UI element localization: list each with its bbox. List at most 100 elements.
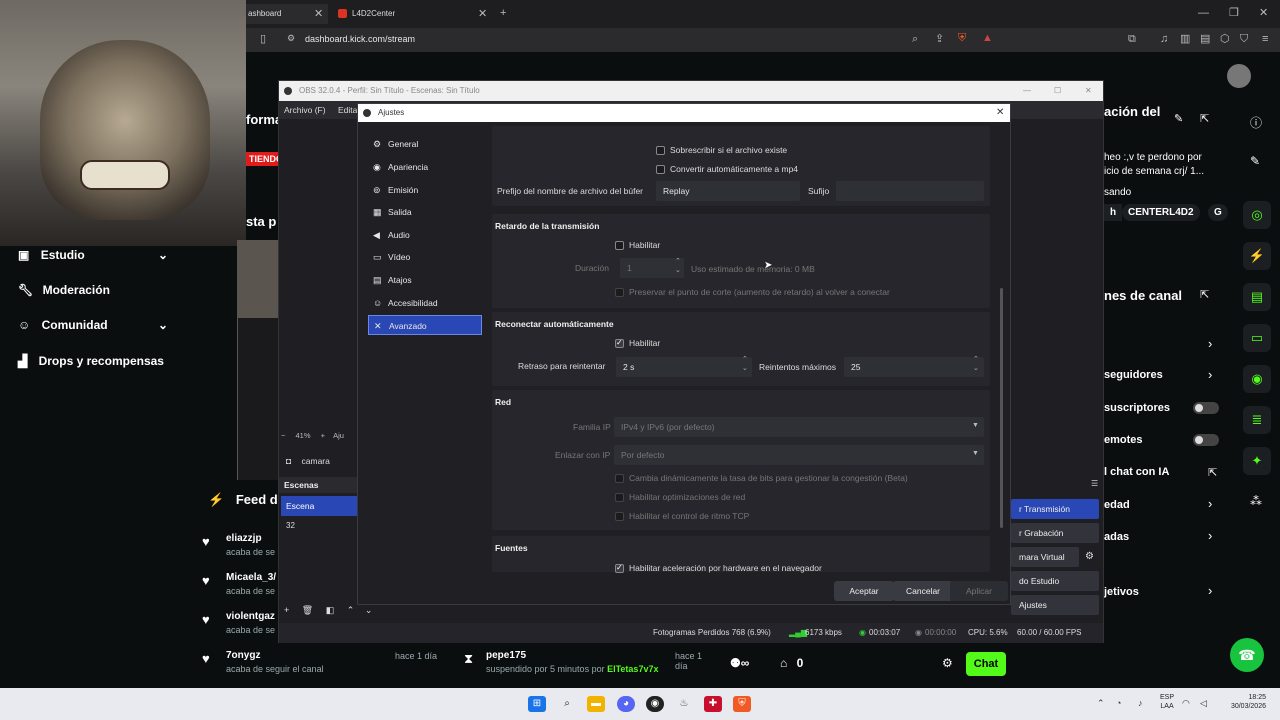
mic-tray-icon[interactable]: ♪ — [1138, 698, 1143, 708]
add-icon[interactable]: + — [284, 605, 289, 615]
dynamic-bitrate-checkbox[interactable] — [615, 474, 624, 483]
category-hotkeys[interactable]: ▤ Atajos — [368, 270, 482, 290]
vpn-icon[interactable]: ⛉ — [1240, 34, 1248, 45]
nav-studio[interactable]: ▣ Estudio ⌄ — [18, 248, 168, 268]
category-appearance[interactable]: ◉ Apariencia — [368, 157, 482, 177]
bookmark-icon[interactable]: ▯ — [260, 34, 266, 45]
camera-icon[interactable]: ◎ — [1243, 201, 1271, 229]
clock[interactable]: 18:25 30/03/2026 — [1226, 693, 1266, 711]
row-goals[interactable]: jetivos — [1104, 586, 1139, 598]
zoom-icon[interactable]: ⌕ — [912, 34, 918, 45]
nav-drops[interactable]: ▟ Drops y recompensas — [18, 354, 164, 374]
help-icon[interactable]: ☎ — [1230, 638, 1264, 672]
wifi-icon[interactable]: ◠ — [1182, 698, 1190, 709]
chevron-down-icon[interactable]: ▼ — [972, 422, 979, 429]
network-tray-icon[interactable]: ◔ — [1116, 698, 1121, 708]
source-item[interactable]: ◘ camara — [279, 451, 359, 471]
close-icon[interactable]: ✕ — [314, 9, 323, 20]
menu-icon[interactable]: ≡ — [1262, 34, 1268, 45]
nodes-icon[interactable]: ⁂ — [1250, 494, 1262, 508]
down-icon[interactable]: ⌄ — [365, 605, 373, 615]
avatar[interactable] — [1227, 64, 1251, 88]
subscribers-toggle[interactable] — [1193, 402, 1219, 414]
nav-moderation[interactable]: 🔧︎ Moderación — [18, 283, 110, 303]
chat-icon[interactable]: ▭ — [1243, 324, 1271, 352]
menu-file[interactable]: Archivo (F) — [284, 105, 326, 115]
minimize-icon[interactable]: — — [1023, 81, 1031, 101]
close-icon[interactable]: ✕ — [996, 104, 1004, 122]
start-recording-button[interactable]: r Grabación — [1011, 523, 1099, 543]
category-output[interactable]: ▦ Salida — [368, 202, 482, 222]
wallet-icon[interactable]: ▤ — [1200, 34, 1210, 45]
spin-down-icon[interactable]: ⌄ — [675, 266, 681, 274]
steam-icon[interactable]: ♨ — [675, 696, 693, 712]
broadcast-icon[interactable]: ◉ — [1243, 365, 1271, 393]
prefix-input[interactable]: Replay — [656, 181, 800, 201]
start-streaming-button[interactable]: r Transmisión — [1011, 499, 1099, 519]
category-accessibility[interactable]: ☺ Accesibilidad — [368, 293, 482, 313]
overwrite-checkbox[interactable] — [656, 146, 665, 155]
delay-enable-checkbox[interactable] — [615, 241, 624, 250]
panel-menu-icon[interactable]: ☰ — [1091, 479, 1098, 488]
studio-mode-button[interactable]: do Estudio — [1011, 571, 1099, 591]
category-general[interactable]: ⚙ General — [368, 134, 482, 154]
ip-family-select[interactable]: IPv4 y IPv6 (por defecto) — [614, 417, 984, 437]
chevron-down-icon[interactable]: ⌄ — [158, 318, 168, 332]
convert-mp4-checkbox[interactable] — [656, 165, 665, 174]
brave-icon[interactable]: ⛨ — [733, 696, 751, 712]
chevron-down-icon[interactable]: ▼ — [972, 450, 979, 457]
rewards-icon[interactable]: ▲ — [982, 33, 993, 44]
row-age[interactable]: edad — [1104, 499, 1130, 511]
reconnect-enable-checkbox[interactable] — [615, 338, 624, 348]
pencil-icon[interactable]: ✎ — [1250, 154, 1260, 168]
zoom-out-icon[interactable]: − — [281, 431, 285, 440]
tcp-pacing-checkbox[interactable] — [615, 512, 624, 521]
spin-up-icon[interactable]: ⌃ — [675, 257, 681, 265]
chevron-right-icon[interactable]: › — [1208, 367, 1212, 382]
pencil-icon[interactable]: ✎ — [1174, 112, 1183, 125]
music-icon[interactable]: ♫ — [1160, 34, 1168, 45]
cancel-button[interactable]: Cancelar — [893, 581, 953, 601]
settings-button[interactable]: Ajustes — [1011, 595, 1099, 615]
tab-dashboard[interactable]: ashboard ✕ — [240, 4, 328, 24]
bolt-icon[interactable]: ⚡ — [1243, 242, 1271, 270]
row-adas[interactable]: adas — [1104, 531, 1129, 543]
spin-down-icon[interactable]: ⌄ — [973, 364, 979, 372]
trash-icon[interactable]: 🗑︎ — [302, 605, 313, 615]
category-advanced[interactable]: ✕ Avanzado — [368, 315, 482, 335]
preserve-checkbox[interactable] — [615, 288, 624, 297]
category-audio[interactable]: ◀ Audio — [368, 225, 482, 245]
chevron-right-icon[interactable]: › — [1208, 583, 1212, 598]
row-ai-chat[interactable]: l chat con IA — [1104, 466, 1169, 478]
filter-icon[interactable]: ◧ — [326, 605, 335, 615]
keyboard-language[interactable]: ESP LAA — [1160, 693, 1174, 711]
tab-l4d2center[interactable]: L4D2Center ✕ — [334, 4, 494, 24]
windows-start-icon[interactable]: ⊞ — [528, 696, 546, 712]
up-icon[interactable]: ⌃ — [347, 605, 355, 615]
sidebar-icon[interactable]: ▥ — [1180, 34, 1190, 45]
spin-down-icon[interactable]: ⌄ — [742, 364, 748, 372]
wrench-icon[interactable]: ✦ — [1243, 447, 1271, 475]
close-icon[interactable]: ✕ — [1085, 81, 1092, 101]
spin-up-icon[interactable]: ⌃ — [973, 355, 979, 363]
category-video[interactable]: ▭ Vídeo — [368, 247, 482, 267]
screenshot-icon[interactable]: ⧉ — [1128, 34, 1136, 45]
network-optimizations-checkbox[interactable] — [615, 493, 624, 502]
settings-icon[interactable]: ⚙ — [942, 656, 953, 670]
max-retries-input[interactable]: 25 — [844, 357, 984, 377]
url-field[interactable]: dashboard.kick.com/stream — [305, 34, 415, 44]
new-tab-icon[interactable]: + — [500, 8, 506, 19]
close-window-icon[interactable]: ✕ — [1259, 8, 1268, 19]
row-followers[interactable]: seguidores — [1104, 369, 1163, 381]
scene-item[interactable]: Escena — [281, 496, 359, 516]
expand-icon[interactable]: ⇱ — [1200, 112, 1209, 125]
expand-icon[interactable]: ⇱ — [1200, 288, 1209, 301]
info-icon[interactable]: ⓘ — [1250, 114, 1262, 131]
extensions-icon[interactable]: ⬡ — [1220, 34, 1230, 45]
external-link-icon[interactable]: ⇱ — [1208, 466, 1217, 479]
minimize-icon[interactable]: — — [1198, 8, 1209, 19]
bind-ip-select[interactable]: Por defecto — [614, 445, 984, 465]
volume-icon[interactable]: ◁ — [1200, 698, 1207, 709]
gear-icon[interactable]: ⚙ — [1085, 551, 1094, 562]
scrollbar[interactable] — [1000, 288, 1003, 528]
